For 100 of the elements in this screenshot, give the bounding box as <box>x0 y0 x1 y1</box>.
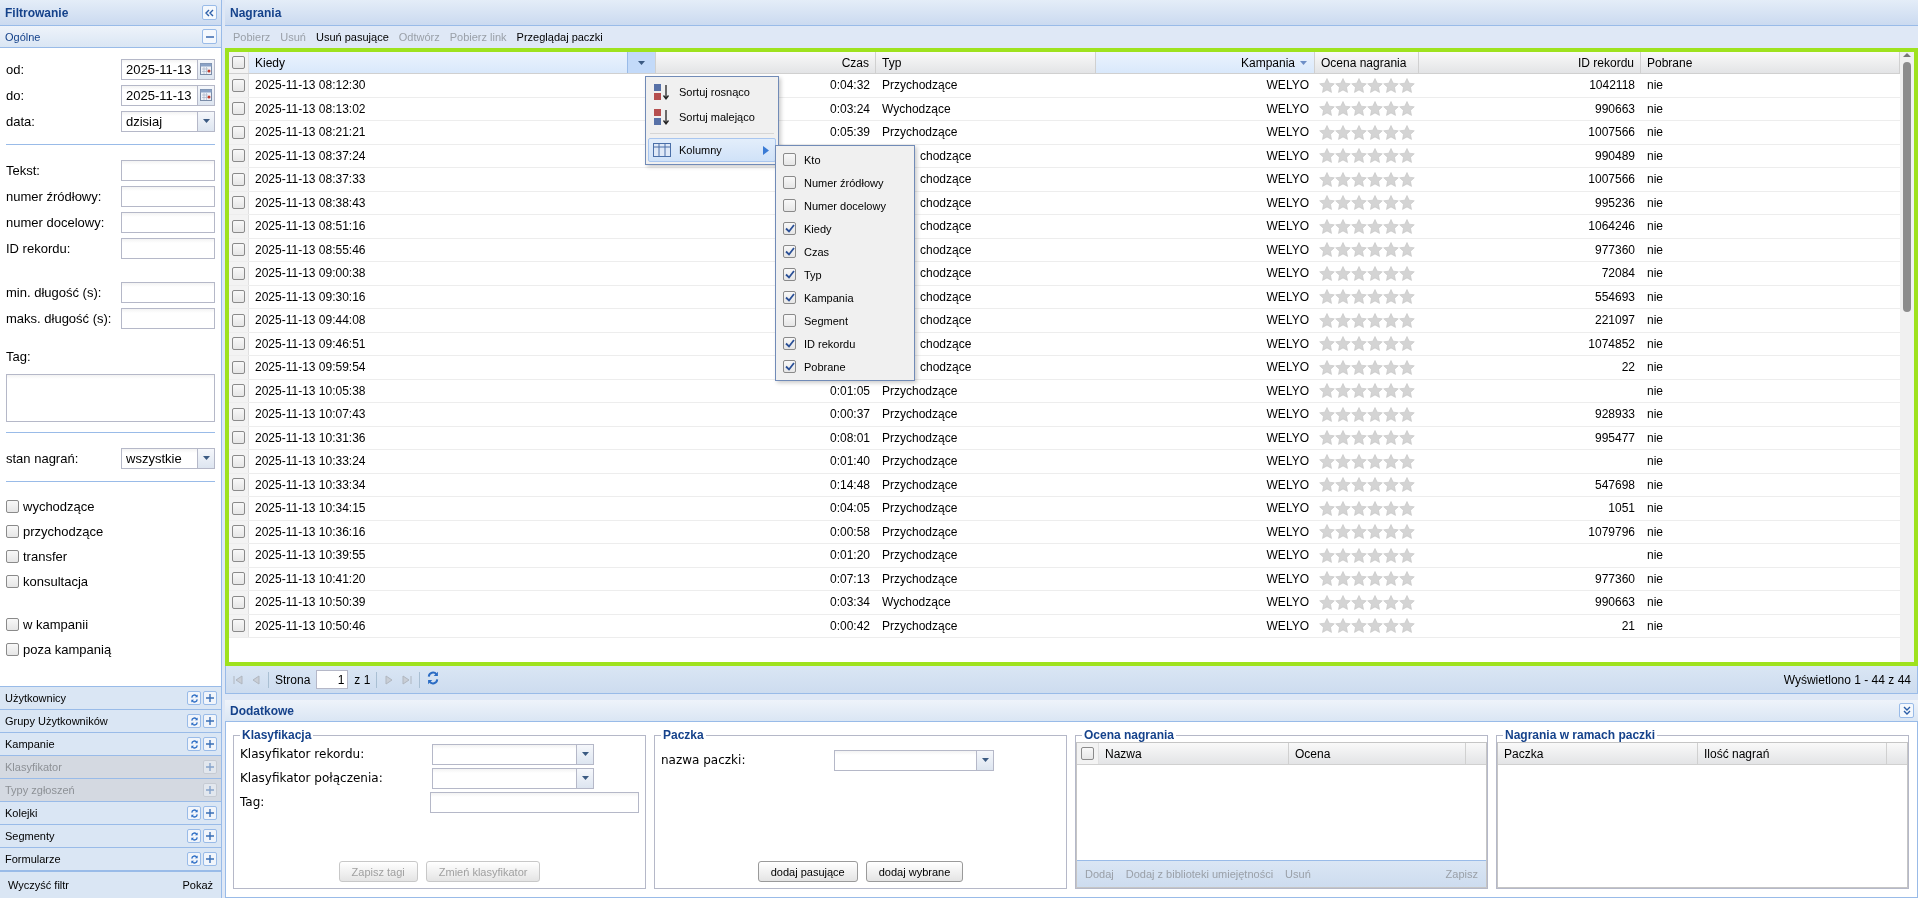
row-checkbox[interactable] <box>232 619 245 633</box>
star-icon[interactable] <box>1399 77 1415 93</box>
star-icon[interactable] <box>1383 265 1399 281</box>
star-icon[interactable] <box>1351 171 1367 187</box>
star-icon[interactable] <box>1383 524 1399 540</box>
star-icon[interactable] <box>1399 477 1415 493</box>
row-checkbox[interactable] <box>232 595 245 609</box>
star-icon[interactable] <box>1367 289 1383 305</box>
star-icon[interactable] <box>1383 218 1399 234</box>
date-field[interactable]: 2025-11-13 <box>121 58 215 80</box>
menu-checkbox[interactable] <box>783 199 796 212</box>
star-icon[interactable] <box>1319 242 1335 258</box>
star-icon[interactable] <box>1319 500 1335 516</box>
star-icon[interactable] <box>1319 171 1335 187</box>
star-icon[interactable] <box>1335 242 1351 258</box>
star-icon[interactable] <box>1399 524 1415 540</box>
star-icon[interactable] <box>1319 77 1335 93</box>
star-icon[interactable] <box>1335 124 1351 140</box>
previous-page-icon[interactable] <box>250 673 262 686</box>
star-icon[interactable] <box>1351 195 1367 211</box>
star-icon[interactable] <box>1383 77 1399 93</box>
checkbox[interactable] <box>6 550 19 563</box>
star-icon[interactable] <box>1399 242 1415 258</box>
star-icon[interactable] <box>1367 359 1383 375</box>
star-icon[interactable] <box>1335 383 1351 399</box>
accordion-item[interactable]: Użytkownicy <box>0 686 221 709</box>
combo-field[interactable] <box>834 749 994 771</box>
select-field[interactable]: dzisiaj <box>121 110 215 132</box>
checkbox[interactable] <box>6 618 19 631</box>
star-icon[interactable] <box>1383 336 1399 352</box>
star-icon[interactable] <box>1335 618 1351 634</box>
star-icon[interactable] <box>1399 336 1415 352</box>
star-icon[interactable] <box>1351 406 1367 422</box>
star-icon[interactable] <box>1367 406 1383 422</box>
caret-icon[interactable] <box>576 768 593 788</box>
menu-checkbox[interactable] <box>783 153 796 166</box>
collapse-icon[interactable] <box>202 29 217 44</box>
refresh-icon[interactable] <box>187 852 201 866</box>
star-icon[interactable] <box>1351 594 1367 610</box>
star-icon[interactable] <box>1335 312 1351 328</box>
star-icon[interactable] <box>1383 148 1399 164</box>
row-checkbox[interactable] <box>232 313 245 327</box>
star-icon[interactable] <box>1383 383 1399 399</box>
star-icon[interactable] <box>1319 406 1335 422</box>
star-icon[interactable] <box>1319 359 1335 375</box>
star-icon[interactable] <box>1319 289 1335 305</box>
star-icon[interactable] <box>1383 594 1399 610</box>
page-field[interactable]: 1 <box>316 670 349 689</box>
star-icon[interactable] <box>1367 265 1383 281</box>
star-icon[interactable] <box>1319 265 1335 281</box>
accordion-item[interactable]: Grupy Użytkowników <box>0 709 221 732</box>
caret-icon[interactable] <box>637 59 646 66</box>
star-icon[interactable] <box>1399 148 1415 164</box>
column-header[interactable]: Czas <box>656 52 876 73</box>
star-icon[interactable] <box>1335 406 1351 422</box>
toolbar-button[interactable]: Przeglądaj paczki <box>512 29 607 45</box>
star-icon[interactable] <box>1383 359 1399 375</box>
column-header[interactable]: Ocena nagrania <box>1315 52 1419 73</box>
row-checkbox[interactable] <box>232 172 245 186</box>
star-icon[interactable] <box>1351 124 1367 140</box>
menu-item[interactable]: Segment <box>778 309 912 332</box>
star-icon[interactable] <box>1351 500 1367 516</box>
star-icon[interactable] <box>1319 453 1335 469</box>
menu-item[interactable]: Kiedy <box>778 217 912 240</box>
star-icon[interactable] <box>1351 218 1367 234</box>
menu-item[interactable]: Pobrane <box>778 355 912 378</box>
menu-checkbox[interactable] <box>783 291 796 304</box>
select-all-checkbox[interactable] <box>1081 747 1094 760</box>
checkbox[interactable] <box>6 500 19 513</box>
star-icon[interactable] <box>1399 195 1415 211</box>
menu-checkbox[interactable] <box>783 268 796 281</box>
column-header[interactable]: Nazwa <box>1099 743 1289 764</box>
star-icon[interactable] <box>1399 265 1415 281</box>
collapse-left-icon[interactable] <box>202 5 217 20</box>
star-icon[interactable] <box>1351 383 1367 399</box>
star-icon[interactable] <box>1399 406 1415 422</box>
star-icon[interactable] <box>1319 477 1335 493</box>
row-checkbox[interactable] <box>232 572 245 586</box>
toolbar-button[interactable]: Usuń pasujące <box>312 29 393 45</box>
star-icon[interactable] <box>1367 618 1383 634</box>
row-checkbox[interactable] <box>232 454 245 468</box>
row-checkbox[interactable] <box>232 102 245 116</box>
star-icon[interactable] <box>1367 430 1383 446</box>
star-icon[interactable] <box>1351 524 1367 540</box>
star-icon[interactable] <box>1383 430 1399 446</box>
star-icon[interactable] <box>1351 453 1367 469</box>
star-icon[interactable] <box>1383 453 1399 469</box>
star-icon[interactable] <box>1335 171 1351 187</box>
star-icon[interactable] <box>1319 312 1335 328</box>
menu-item[interactable]: Czas <box>778 240 912 263</box>
star-icon[interactable] <box>1335 477 1351 493</box>
refresh-icon[interactable] <box>187 714 201 728</box>
star-icon[interactable] <box>1399 218 1415 234</box>
star-icon[interactable] <box>1351 547 1367 563</box>
refresh-icon[interactable] <box>187 829 201 843</box>
star-icon[interactable] <box>1367 571 1383 587</box>
star-icon[interactable] <box>1399 124 1415 140</box>
row-checkbox[interactable] <box>232 196 245 210</box>
star-icon[interactable] <box>1399 383 1415 399</box>
star-icon[interactable] <box>1335 218 1351 234</box>
